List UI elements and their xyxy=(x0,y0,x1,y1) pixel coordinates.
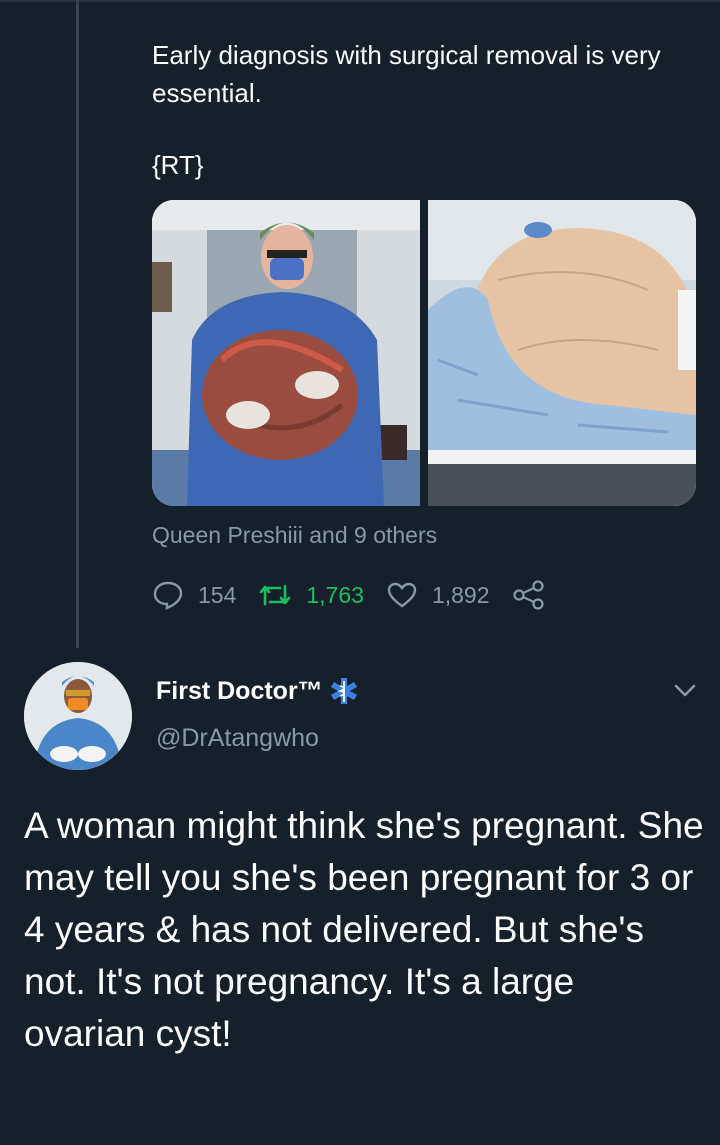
tweet-action-bar: 154 1,763 1,892 xyxy=(152,580,582,610)
reply-count: 154 xyxy=(198,581,237,608)
display-name[interactable]: First Doctor™ xyxy=(156,677,323,706)
media-image-patient[interactable] xyxy=(428,200,696,506)
thread-connector-line xyxy=(76,0,79,648)
reply-icon xyxy=(153,581,183,610)
like-button[interactable]: 1,892 xyxy=(386,581,490,609)
medical-badge-icon xyxy=(330,678,357,704)
retweet-count: 1,763 xyxy=(306,581,364,608)
surgeon-photo xyxy=(152,200,420,506)
retweet-icon xyxy=(260,584,291,606)
author-name-row[interactable]: First Doctor™ xyxy=(156,676,359,706)
user-handle[interactable]: @DrAtangwho xyxy=(156,724,319,753)
avatar-doctor-image xyxy=(24,662,132,770)
media-image-surgeon[interactable] xyxy=(152,200,420,506)
avatar[interactable] xyxy=(24,662,132,770)
liked-by-line[interactable]: Queen Preshiii and 9 others xyxy=(152,522,437,549)
chevron-down-icon[interactable] xyxy=(670,680,700,700)
patient-photo xyxy=(428,200,696,506)
share-icon xyxy=(512,580,544,610)
rt-tag: {RT} xyxy=(152,150,204,180)
reply-button[interactable]: 154 xyxy=(152,580,236,610)
tweet-media-grid[interactable] xyxy=(152,200,696,506)
retweet-button[interactable]: 1,763 xyxy=(258,581,364,609)
top-divider xyxy=(0,0,720,2)
share-button[interactable] xyxy=(512,580,560,610)
like-icon xyxy=(387,582,417,608)
main-tweet-text: A woman might think she's pregnant. She … xyxy=(24,805,704,1054)
like-count: 1,892 xyxy=(431,581,490,608)
thread-tweet-text: Early diagnosis with surgical removal is… xyxy=(152,40,661,108)
